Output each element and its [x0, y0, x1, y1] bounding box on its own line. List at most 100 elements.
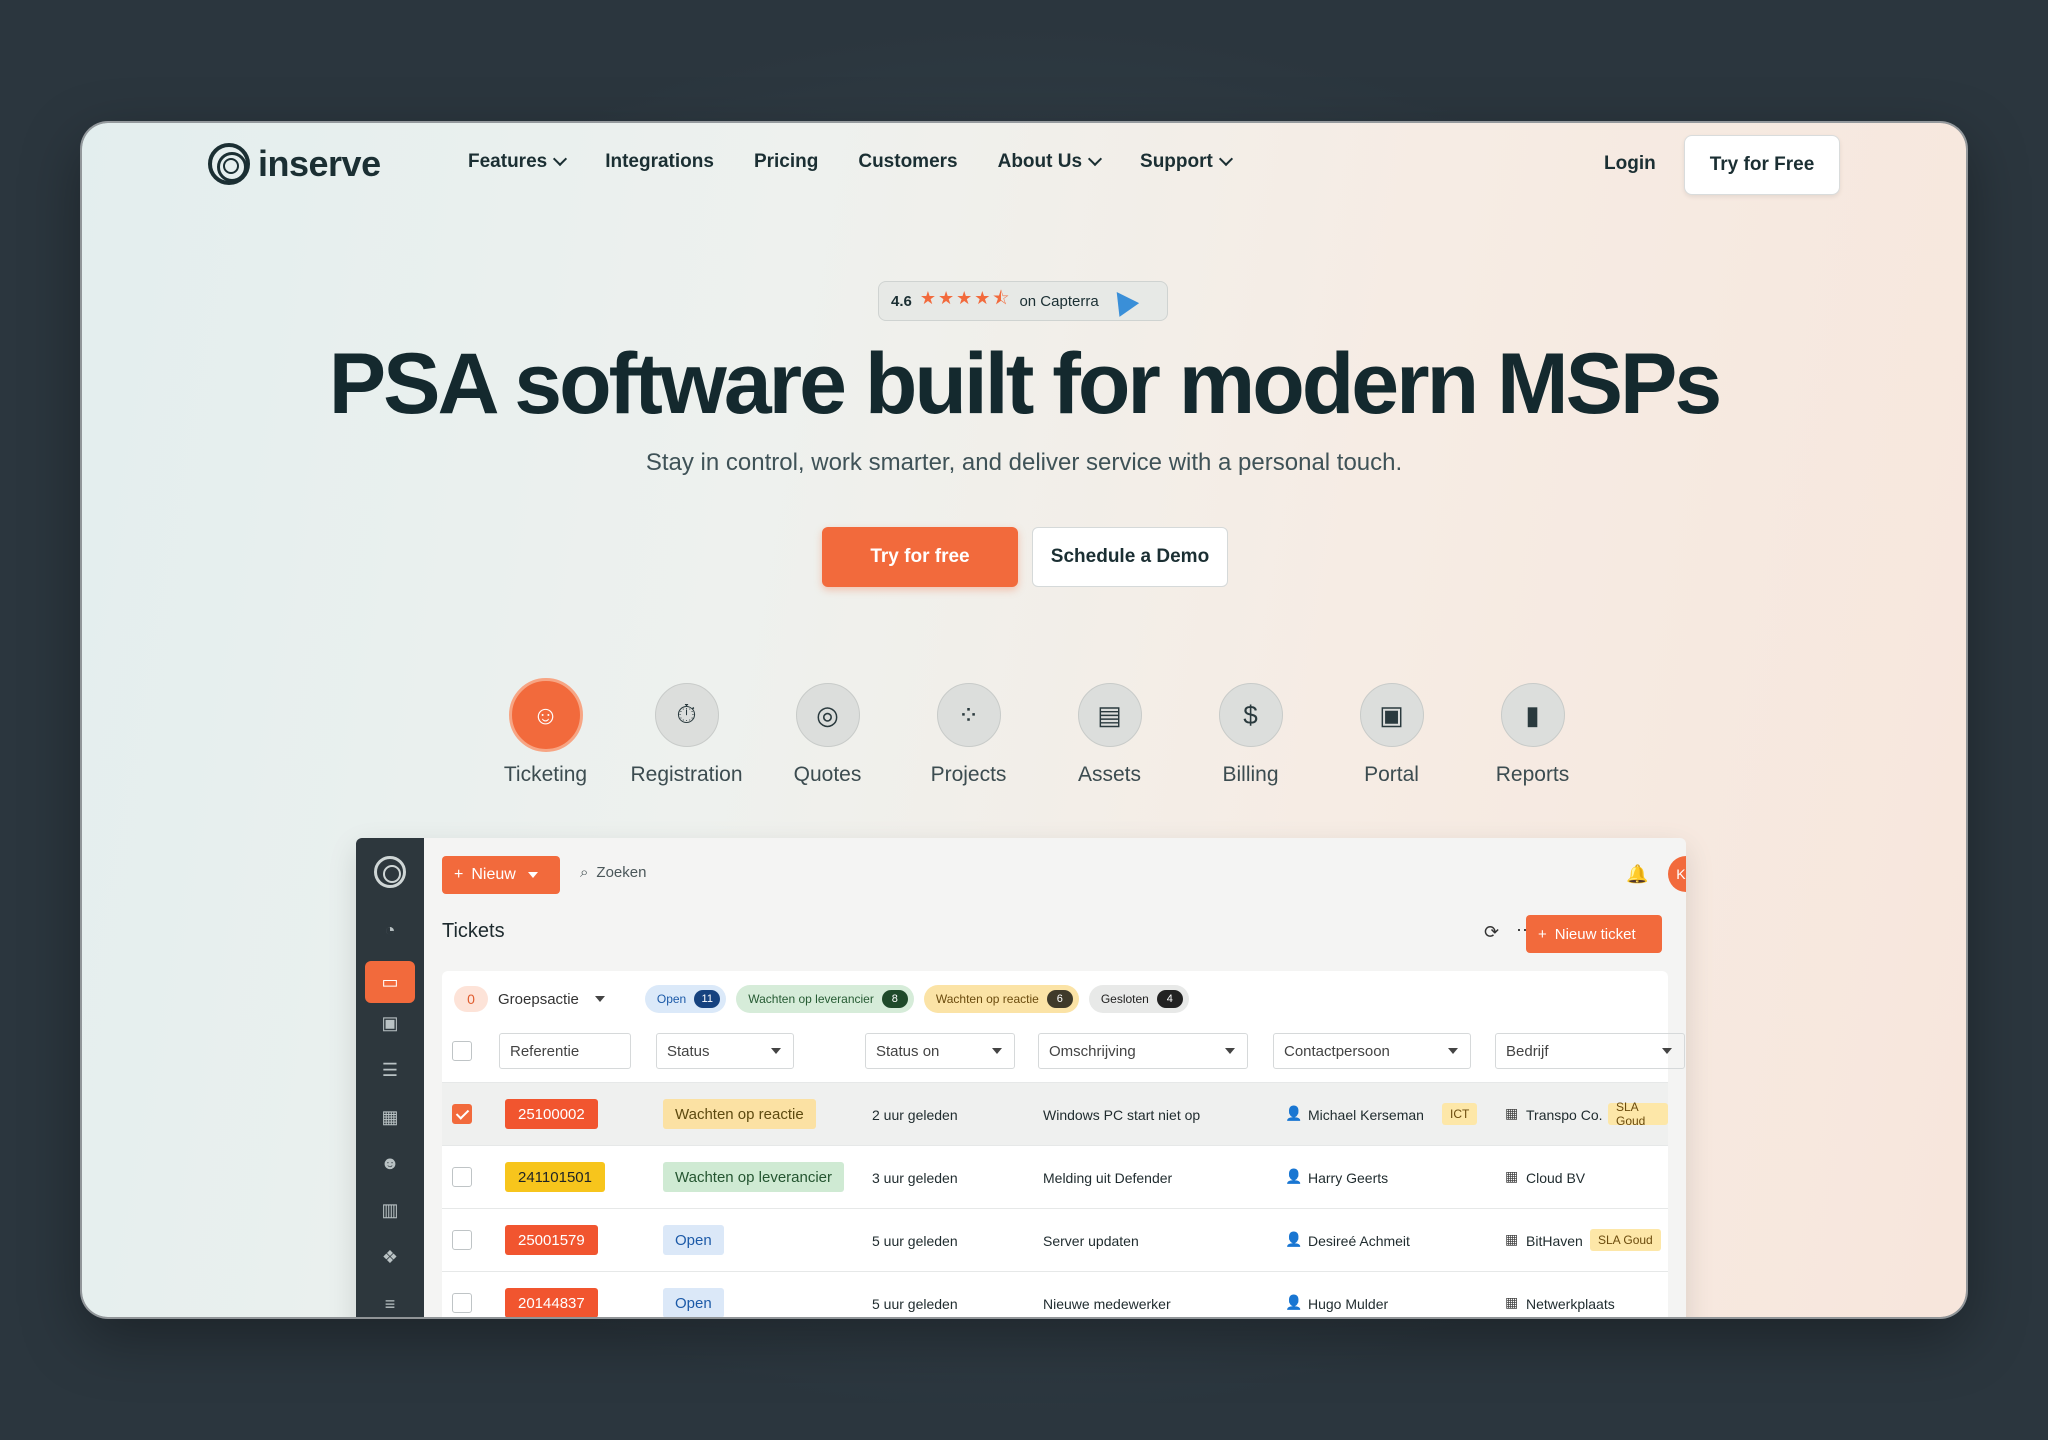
new-dropdown-button[interactable]: + Nieuw	[442, 856, 560, 894]
nav-item-pricing[interactable]: Pricing	[754, 151, 818, 173]
search-input[interactable]: ⌕ Zoeken	[580, 864, 646, 881]
row-checkbox[interactable]	[452, 1104, 472, 1124]
caret-down-icon	[771, 1048, 781, 1054]
chip-count: 4	[1156, 990, 1183, 1008]
feature-tab-reports[interactable]: ▮ Reports	[1462, 683, 1603, 787]
cubes-icon[interactable]: ❖	[377, 1246, 403, 1268]
ticket-reference[interactable]: 25001579	[505, 1225, 598, 1255]
group-action-dropdown[interactable]: Groepsactie	[498, 991, 605, 1008]
nav-item-customers[interactable]: Customers	[858, 151, 957, 173]
status-badge: Wachten op leverancier	[663, 1162, 845, 1192]
row-checkbox[interactable]	[452, 1293, 472, 1313]
caret-down-icon	[1225, 1048, 1235, 1054]
briefcase-icon[interactable]: ▣	[377, 1012, 403, 1034]
login-link[interactable]: Login	[1604, 153, 1656, 175]
building-icon: ▦	[1505, 1294, 1519, 1310]
ticket-reference[interactable]: 25100002	[505, 1099, 598, 1129]
row-checkbox[interactable]	[452, 1167, 472, 1187]
status-since: 3 uur geleden	[872, 1170, 958, 1186]
chevron-down-icon	[1087, 151, 1103, 167]
caret-down-icon	[527, 872, 538, 878]
headset-icon: ☺	[508, 678, 583, 752]
column-filter-contactpersoon[interactable]: Contactpersoon	[1273, 1033, 1471, 1069]
column-filter-status-on[interactable]: Status on	[865, 1033, 1015, 1069]
table-row[interactable]: 20144837 Open 5 uur geleden Nieuwe medew…	[442, 1271, 1668, 1317]
tickets-panel: 0 Groepsactie Open 11 Wachten op leveranc…	[442, 971, 1685, 1317]
person-icon: 👤	[1285, 1294, 1303, 1310]
server-icon: ▤	[1077, 683, 1142, 747]
try-for-free-button[interactable]: Try for Free	[1684, 135, 1840, 195]
company-name: Netwerkplaats	[1526, 1296, 1615, 1312]
feature-label: Reports	[1495, 763, 1570, 786]
sla-tag: SLA Goud	[1608, 1100, 1668, 1128]
person-icon: 👤	[1285, 1105, 1303, 1121]
filter-chip-waiting-supplier[interactable]: Wachten op leverancier 8	[736, 985, 914, 1013]
bell-icon[interactable]: 🔔	[1626, 864, 1648, 885]
dashboard-icon[interactable]: ◔	[377, 919, 403, 941]
schedule-demo-button[interactable]: Schedule a Demo	[1032, 527, 1228, 587]
ticket-reference[interactable]: 241101501	[505, 1162, 605, 1192]
table-row[interactable]: 241101501 Wachten op leverancier 3 uur g…	[442, 1145, 1668, 1208]
plus-icon: +	[454, 866, 464, 883]
feature-tab-ticketing[interactable]: ☺ Ticketing	[475, 678, 616, 787]
table-row[interactable]: 25001579 Open 5 uur geleden Server updat…	[442, 1208, 1668, 1271]
hero-subtitle: Stay in control, work smarter, and deliv…	[645, 449, 1403, 476]
nav-label: Features	[468, 151, 548, 172]
column-label: Referentie	[510, 1042, 580, 1060]
column-filter-status[interactable]: Status	[656, 1033, 794, 1069]
capterra-rating-badge[interactable]: 4.6 ★★★★⯪ on Capterra	[878, 281, 1168, 321]
tickets-chat-icon[interactable]: ▭	[365, 961, 415, 1003]
feature-tab-projects[interactable]: ⁘ Projects	[898, 683, 1039, 787]
contact-name: Hugo Mulder	[1308, 1296, 1389, 1312]
building-icon[interactable]: ▥	[377, 1199, 403, 1221]
nav-label: Pricing	[753, 151, 819, 172]
app-sidebar: ◔ ▭ ▣ ☰ ▦ ☻ ▥ ❖ ≡	[356, 838, 424, 1317]
ticket-reference[interactable]: 20144837	[505, 1288, 598, 1317]
nav-item-features[interactable]: Features	[468, 151, 568, 173]
inserve-logo[interactable]: inserve	[208, 143, 381, 185]
column-filter-omschrijving[interactable]: Omschrijving	[1038, 1033, 1248, 1069]
feature-tab-registration[interactable]: ⏱ Registration	[616, 683, 757, 787]
column-label: Omschrijving	[1049, 1042, 1136, 1060]
table-row[interactable]: 25100002 Wachten op reactie 2 uur gelede…	[442, 1082, 1668, 1145]
ticket-description: Windows PC start niet op	[1043, 1107, 1201, 1123]
caret-down-icon	[1448, 1048, 1458, 1054]
selection-count-badge: 0	[454, 986, 488, 1012]
company-name: Cloud BV	[1526, 1170, 1586, 1186]
feature-tab-quotes[interactable]: ◎ Quotes	[757, 683, 898, 787]
users-icon[interactable]: ☻	[377, 1152, 403, 1174]
filter-bar: 0 Groepsactie Open 11 Wachten op leveranc…	[454, 985, 1189, 1013]
page-title: Tickets	[442, 920, 505, 942]
feature-tab-billing[interactable]: $ Billing	[1180, 683, 1321, 787]
nav-item-integrations[interactable]: Integrations	[605, 151, 714, 173]
nav-item-about-us[interactable]: About Us	[998, 151, 1103, 173]
browser-icon: ▣	[1359, 683, 1424, 747]
new-ticket-button[interactable]: + Nieuw ticket	[1526, 915, 1662, 953]
try-for-free-cta[interactable]: Try for free	[822, 527, 1018, 587]
refresh-icon[interactable]: ⟳	[1484, 922, 1499, 943]
filter-chip-closed[interactable]: Gesloten 4	[1088, 985, 1189, 1013]
avatar[interactable]: KN	[1668, 856, 1686, 892]
chip-label: Wachten op reactie	[935, 992, 1039, 1006]
calendar-icon[interactable]: ▦	[377, 1106, 403, 1128]
building-icon: ▦	[1505, 1231, 1519, 1247]
hero-title: PSA software built for modern MSPs	[328, 336, 1722, 432]
person-icon: 👤	[1285, 1168, 1303, 1184]
chip-label: Gesloten	[1100, 992, 1149, 1006]
feature-tab-assets[interactable]: ▤ Assets	[1039, 683, 1180, 787]
search-placeholder: Zoeken	[596, 864, 647, 881]
filter-chip-waiting-reply[interactable]: Wachten op reactie 6	[923, 985, 1079, 1013]
ticket-description: Nieuwe medewerker	[1043, 1296, 1171, 1312]
column-filter-bedrijf[interactable]: Bedrijf	[1495, 1033, 1685, 1069]
feature-tab-portal[interactable]: ▣ Portal	[1321, 683, 1462, 787]
caret-down-icon	[992, 1048, 1002, 1054]
person-icon: 👤	[1285, 1231, 1303, 1247]
select-all-checkbox[interactable]	[452, 1041, 472, 1061]
nav-item-support[interactable]: Support	[1140, 151, 1233, 173]
list-icon[interactable]: ≡	[377, 1293, 403, 1315]
row-checkbox[interactable]	[452, 1230, 472, 1250]
column-filter-referentie[interactable]: Referentie	[499, 1033, 631, 1069]
tasklist-icon[interactable]: ☰	[377, 1059, 403, 1081]
new-label: Nieuw	[471, 866, 516, 883]
filter-chip-open[interactable]: Open 11	[644, 985, 727, 1013]
